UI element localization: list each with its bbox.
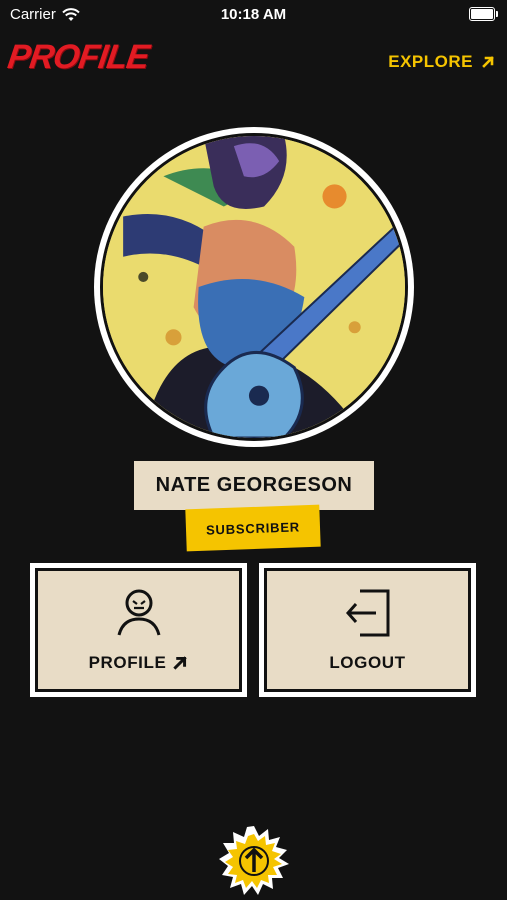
avatar bbox=[100, 133, 408, 441]
battery-icon bbox=[469, 7, 498, 21]
profile-button-label: PROFILE bbox=[88, 653, 167, 672]
profile-button[interactable]: PROFILE bbox=[30, 563, 247, 697]
logout-icon bbox=[345, 589, 389, 637]
arrow-up-right-icon bbox=[173, 656, 188, 670]
arrow-up-right-icon bbox=[482, 56, 494, 68]
explore-link[interactable]: EXPLORE bbox=[388, 52, 495, 72]
role-badge: SUBSCRIBER bbox=[185, 504, 321, 552]
logout-button-label: LOGOUT bbox=[329, 653, 406, 672]
scroll-top-button[interactable] bbox=[219, 826, 289, 896]
status-bar: Carrier 10:18 AM bbox=[0, 0, 507, 30]
explore-label: EXPLORE bbox=[388, 52, 473, 71]
status-time: 10:18 AM bbox=[220, 6, 287, 23]
avatar-frame bbox=[94, 127, 414, 447]
user-icon bbox=[117, 589, 160, 636]
user-name: NATE GEORGESON bbox=[134, 461, 374, 510]
page-title: PROFILE bbox=[5, 38, 152, 76]
avatar-image bbox=[103, 136, 405, 438]
logout-card-inner: LOGOUT bbox=[264, 568, 471, 692]
profile-card-inner: PROFILE bbox=[35, 568, 242, 692]
logout-button[interactable]: LOGOUT bbox=[259, 563, 476, 697]
